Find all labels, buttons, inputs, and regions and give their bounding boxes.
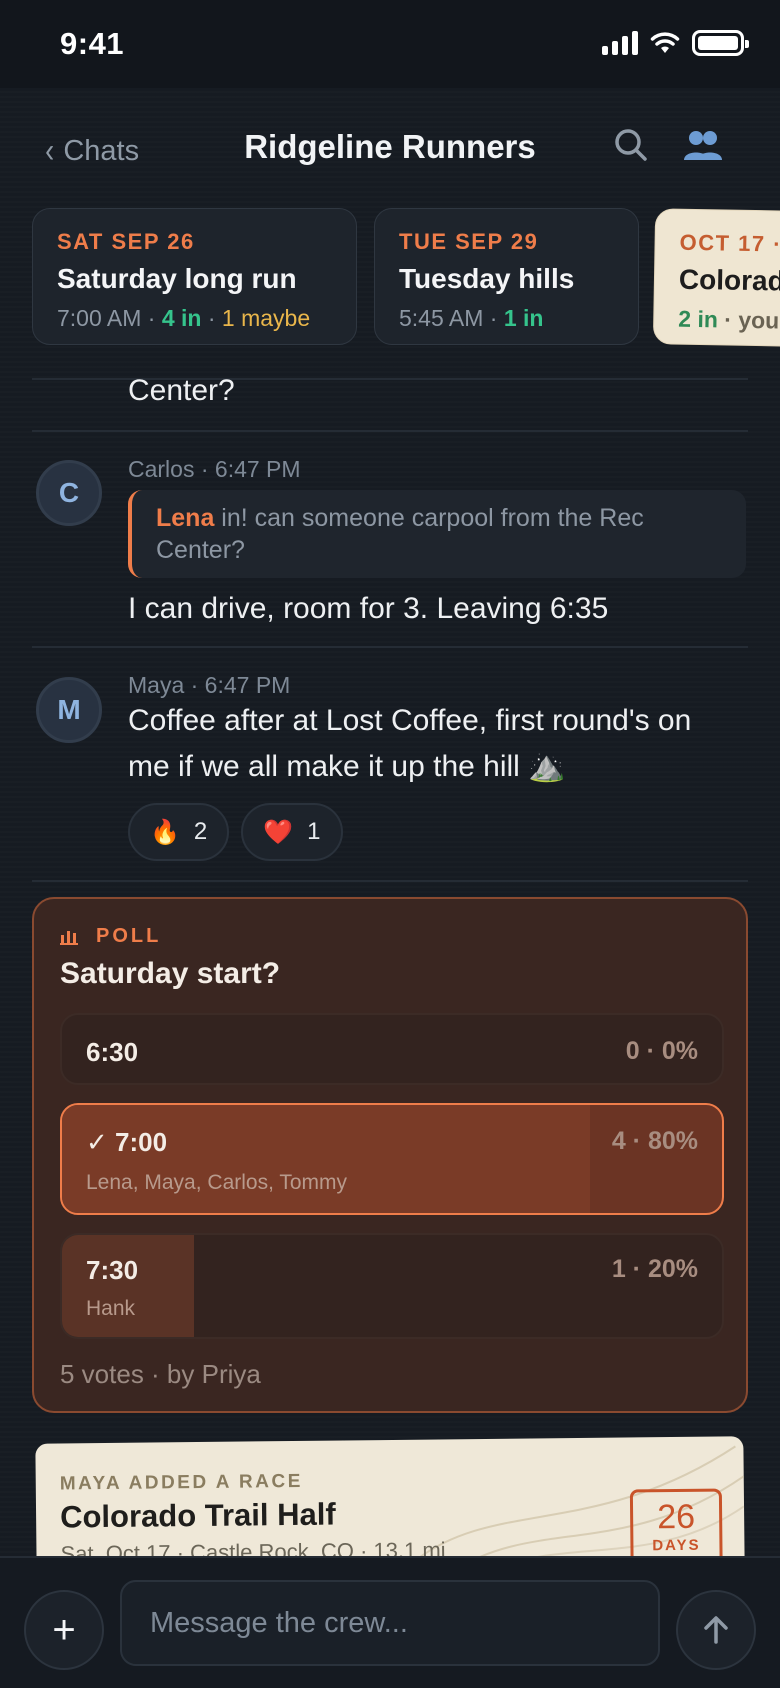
event-extra: you — [738, 306, 780, 334]
poll-option-label: 6:30 — [86, 1037, 139, 1067]
event-in-count: 1 in — [503, 305, 544, 331]
days-number: 26 — [657, 1497, 696, 1537]
avatar[interactable]: M — [36, 677, 102, 743]
poll-question: Saturday start? — [60, 957, 281, 990]
divider — [32, 430, 748, 432]
reaction-heart[interactable]: ❤️ 1 — [241, 803, 343, 861]
message-text: I can drive, room for 3. Leaving 6:35 — [128, 592, 609, 625]
poll-option-label: 7:30 — [86, 1255, 139, 1285]
search-icon[interactable] — [614, 128, 648, 162]
status-time: 9:41 — [60, 26, 125, 61]
poll-option-count: 4 · 80% — [611, 1127, 698, 1155]
event-in-count: 2 in — [678, 305, 719, 333]
race-name: Colorado Trail Half — [59, 1496, 336, 1535]
poll-label: POLL — [60, 925, 161, 948]
event-card[interactable]: OCT 17 · Colorad 2 in · you — [652, 208, 780, 348]
reply-quote[interactable]: Lena in! can someone carpool from the Re… — [128, 490, 746, 578]
race-tag: MAYA ADDED A RACE — [59, 1470, 303, 1495]
fire-emoji-icon: 🔥 — [150, 818, 180, 846]
bar-chart-icon — [60, 930, 78, 945]
event-date: SAT SEP 26 — [57, 229, 195, 254]
event-meta: 5:45 AM · 1 in — [399, 305, 544, 331]
event-meta: 2 in · you — [678, 305, 780, 334]
reactions: 🔥 2 ❤️ 1 — [128, 803, 343, 861]
event-name: Tuesday hills — [399, 263, 575, 294]
arrow-up-icon — [704, 1616, 728, 1644]
reaction-fire[interactable]: 🔥 2 — [128, 803, 230, 861]
message-sender: Maya · 6:47 PM — [128, 672, 291, 698]
poll-option-fill — [62, 1235, 194, 1337]
wifi-icon — [650, 32, 680, 53]
event-date: OCT 17 · — [679, 229, 780, 257]
race-card[interactable]: MAYA ADDED A RACE Colorado Trail Half Sa… — [35, 1436, 745, 1574]
event-name: Saturday long run — [57, 263, 297, 294]
poll-option-label: ✓ 7:00 — [86, 1127, 168, 1157]
message-text: Coffee after at Lost Coffee, first round… — [128, 704, 692, 783]
message-input[interactable] — [120, 1580, 660, 1666]
event-time: 7:00 AM — [57, 305, 142, 331]
poll-footer: 5 votes · by Priya — [60, 1359, 261, 1389]
poll-option-voters: Hank — [86, 1297, 136, 1320]
events-strip: SAT SEP 26 Saturday long run 7:00 AM · 4… — [0, 208, 780, 348]
message-fragment: Center? — [128, 374, 235, 407]
poll-label-text: POLL — [96, 925, 162, 947]
poll-option-count: 1 · 20% — [611, 1255, 698, 1283]
poll-option-voters: Lena, Maya, Carlos, Tommy — [86, 1171, 348, 1194]
event-card[interactable]: SAT SEP 26 Saturday long run 7:00 AM · 4… — [32, 208, 357, 345]
poll-option-count: 0 · 0% — [625, 1037, 698, 1065]
heart-emoji-icon: ❤️ — [263, 818, 294, 846]
members-icon[interactable] — [682, 128, 724, 162]
poll-option-fill — [62, 1105, 590, 1213]
quote-author: Lena — [156, 504, 215, 532]
attach-button[interactable]: + — [24, 1590, 104, 1670]
battery-icon — [692, 30, 749, 56]
event-in-count: 4 in — [161, 305, 202, 331]
quote-text: in! can someone carpool from the Rec Cen… — [156, 504, 644, 564]
cellular-signal-icon — [602, 31, 638, 55]
message-composer: + — [0, 1556, 780, 1688]
status-bar: 9:41 — [0, 0, 780, 88]
status-icons — [602, 30, 749, 56]
event-time: 5:45 AM — [399, 305, 484, 331]
poll-card: POLL Saturday start? 6:30 0 · 0% ✓ 7:00 … — [32, 897, 748, 1413]
poll-option[interactable]: 6:30 0 · 0% — [60, 1013, 724, 1085]
message-sender: Carlos · 6:47 PM — [128, 456, 301, 482]
event-card[interactable]: TUE SEP 29 Tuesday hills 5:45 AM · 1 in — [374, 208, 639, 345]
poll-option[interactable]: 7:30 1 · 20% Hank — [60, 1233, 724, 1339]
event-name: Colorad — [678, 263, 780, 297]
send-button[interactable] — [676, 1590, 756, 1670]
divider — [32, 646, 748, 648]
plus-icon: + — [52, 1607, 76, 1652]
chat-header: ‹ Chats Ridgeline Runners — [0, 88, 780, 200]
header-actions — [614, 128, 724, 162]
reaction-count: 1 — [307, 818, 321, 845]
reaction-count: 2 — [193, 818, 208, 845]
event-maybe-count: 1 maybe — [221, 305, 311, 331]
event-date: TUE SEP 29 — [399, 229, 539, 254]
poll-option-selected[interactable]: ✓ 7:00 4 · 80% Lena, Maya, Carlos, Tommy — [60, 1103, 724, 1215]
divider — [32, 880, 748, 882]
avatar[interactable]: C — [36, 460, 102, 526]
event-meta: 7:00 AM · 4 in · 1 maybe — [57, 305, 311, 331]
days-label: DAYS — [652, 1536, 701, 1555]
